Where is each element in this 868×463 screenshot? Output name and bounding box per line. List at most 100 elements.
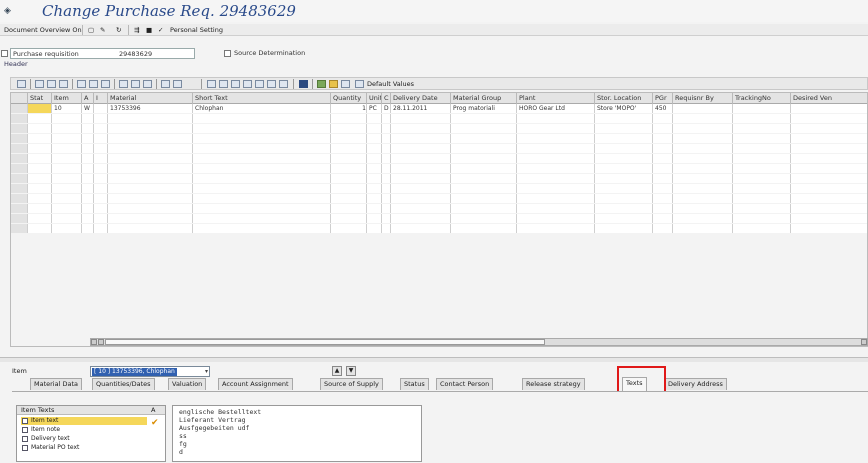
table-cell[interactable] [733,174,791,183]
table-cell[interactable] [108,164,193,173]
table-cell[interactable] [193,204,331,213]
row-selector[interactable] [11,144,28,153]
table-cell[interactable] [82,164,94,173]
table-cell[interactable] [653,184,673,193]
table-cell[interactable] [391,114,451,123]
table-cell[interactable] [108,174,193,183]
table-cell[interactable] [595,134,653,143]
table-cell[interactable] [331,154,367,163]
table-cell[interactable] [52,184,82,193]
row-selector[interactable] [11,134,28,143]
table-cell[interactable] [28,174,52,183]
row-selector[interactable] [11,184,28,193]
column-header[interactable]: Delivery Date [391,93,451,104]
table-cell[interactable] [382,134,391,143]
table-cell[interactable] [517,184,595,193]
check-icon[interactable]: ✓ [156,25,165,35]
table-cell[interactable] [451,124,517,133]
details-icon[interactable] [17,80,26,88]
table-cell[interactable] [28,144,52,153]
table-cell[interactable] [517,164,595,173]
table-cell[interactable] [108,114,193,123]
column-header[interactable]: Material Group [451,93,517,104]
row-selector[interactable] [11,164,28,173]
table-cell[interactable] [193,214,331,223]
table-cell[interactable] [517,114,595,123]
chevron-down-icon[interactable]: ▾ [205,368,208,375]
table-cell[interactable] [673,174,733,183]
table-cell[interactable] [382,174,391,183]
table-cell[interactable] [82,144,94,153]
empty-row[interactable] [11,224,867,233]
table-cell[interactable] [791,164,867,173]
assign-source-icon[interactable] [317,80,326,88]
table-cell[interactable] [331,224,367,233]
table-cell[interactable] [595,154,653,163]
table-cell[interactable] [595,184,653,193]
table-cell[interactable] [367,164,382,173]
column-header[interactable]: Quantity [331,93,367,104]
table-cell[interactable] [28,134,52,143]
table-cell[interactable] [653,114,673,123]
table-cell[interactable] [193,194,331,203]
row-selector[interactable] [11,224,28,233]
table-cell[interactable] [791,144,867,153]
tab-release-strategy[interactable]: Release strategy [522,378,585,390]
column-header[interactable]: C [382,93,391,104]
table-cell[interactable] [595,194,653,203]
table-cell[interactable] [52,114,82,123]
table-cell[interactable] [791,104,867,113]
column-header[interactable]: Stor. Location [595,93,653,104]
table-cell[interactable] [595,124,653,133]
table-cell[interactable] [382,154,391,163]
table-cell[interactable] [653,174,673,183]
table-cell[interactable] [653,124,673,133]
table-cell[interactable] [108,224,193,233]
table-cell[interactable] [382,184,391,193]
insert-row-icon[interactable] [243,80,252,88]
table-cell[interactable]: 10 [52,104,82,113]
table-cell[interactable] [733,154,791,163]
table-cell[interactable] [391,174,451,183]
tab-material-data[interactable]: Material Data [30,378,82,390]
tab-source-of-supply[interactable]: Source of Supply [320,378,383,390]
empty-row[interactable] [11,214,867,223]
tab-valuation[interactable]: Valuation [168,378,207,390]
table-cell[interactable] [367,224,382,233]
table-cell[interactable] [331,114,367,123]
table-cell[interactable] [94,104,108,113]
table-cell[interactable] [733,144,791,153]
table-cell[interactable] [451,204,517,213]
table-cell[interactable] [733,224,791,233]
table-cell[interactable] [791,204,867,213]
table-cell[interactable] [382,144,391,153]
empty-row[interactable] [11,154,867,163]
text-editor[interactable]: englische Bestelltext Lieferant Vertrag … [172,405,422,462]
table-cell[interactable] [673,204,733,213]
table-cell[interactable] [52,224,82,233]
table-cell[interactable] [391,214,451,223]
next-item-icon[interactable] [279,80,288,88]
table-cell[interactable] [52,134,82,143]
default-values-icon[interactable] [355,80,364,88]
table-cell[interactable] [391,224,451,233]
layout-icon[interactable] [207,80,216,88]
table-cell[interactable] [733,214,791,223]
empty-row[interactable] [11,184,867,193]
table-cell[interactable] [108,194,193,203]
table-cell[interactable] [367,154,382,163]
table-cell[interactable] [193,114,331,123]
table-cell[interactable] [517,194,595,203]
table-cell[interactable] [94,164,108,173]
table-cell[interactable] [733,194,791,203]
services-icon[interactable]: ■ [144,25,154,35]
table-cell[interactable] [28,184,52,193]
table-cell[interactable] [367,144,382,153]
table-cell[interactable] [391,134,451,143]
table-cell[interactable] [653,224,673,233]
table-cell[interactable] [108,214,193,223]
copy-row-icon[interactable] [255,80,264,88]
table-cell[interactable] [673,194,733,203]
table-cell[interactable] [451,224,517,233]
empty-row[interactable] [11,164,867,173]
